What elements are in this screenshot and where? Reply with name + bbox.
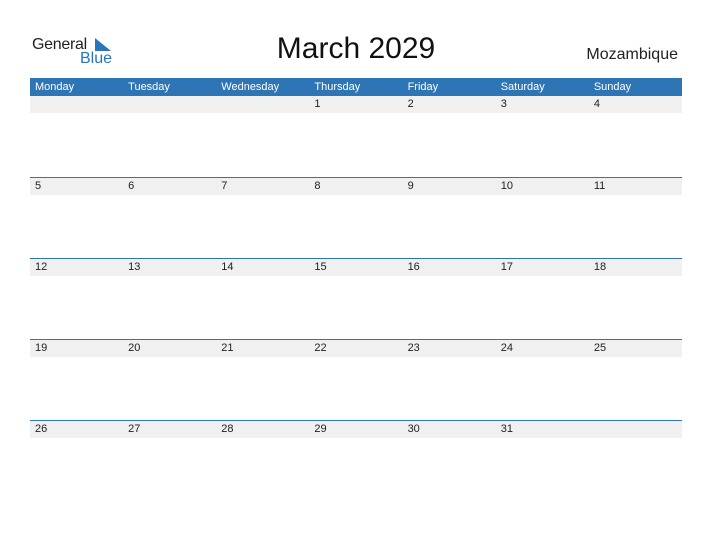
date-band: 19 20 21 22 23 24 25 (30, 340, 682, 357)
day-cell: 6 (128, 180, 135, 192)
day-cell: 12 (35, 261, 48, 273)
weekday-header: Monday Tuesday Wednesday Thursday Friday… (30, 78, 682, 96)
weekday-thursday: Thursday (314, 81, 361, 93)
day-cell: 21 (221, 342, 234, 354)
date-band: 1 2 3 4 (30, 96, 682, 113)
day-cell (123, 96, 216, 113)
date-band: 5 6 7 8 9 10 11 (30, 178, 682, 195)
day-cell: 28 (221, 423, 234, 435)
week-row: 1 2 3 4 (30, 96, 682, 113)
weekday-saturday: Saturday (500, 81, 545, 93)
day-cell: 17 (500, 261, 513, 273)
day-cell (589, 421, 682, 438)
day-cell: 16 (407, 261, 420, 273)
day-cell: 27 (128, 423, 141, 435)
day-cell: 26 (35, 423, 48, 435)
day-cell: 20 (128, 342, 141, 354)
day-cell: 3 (500, 98, 507, 110)
date-band: 26 27 28 29 30 31 (30, 421, 682, 438)
day-cell: 30 (407, 423, 420, 435)
day-cell: 23 (407, 342, 420, 354)
day-cell: 14 (221, 261, 234, 273)
day-cell: 19 (35, 342, 48, 354)
day-cell: 18 (593, 261, 607, 273)
week-row: 19 20 21 22 23 24 25 (30, 339, 682, 357)
day-cell: 29 (314, 423, 327, 435)
day-cell: 9 (407, 180, 414, 192)
day-cell: 10 (500, 180, 513, 192)
weekday-tuesday: Tuesday (128, 81, 170, 93)
day-cell: 24 (500, 342, 513, 354)
country-label: Mozambique (586, 46, 678, 63)
weekday-friday: Friday (407, 81, 439, 93)
weekday-wednesday: Wednesday (221, 81, 280, 93)
day-cell: 1 (314, 98, 321, 110)
day-cell: 22 (314, 342, 327, 354)
day-cell: 7 (221, 180, 228, 192)
day-cell: 8 (314, 180, 321, 192)
day-cell: 13 (128, 261, 141, 273)
week-row: 26 27 28 29 30 31 (30, 420, 682, 438)
day-cell: 11 (593, 180, 606, 192)
date-band: 12 13 14 15 16 17 18 (30, 259, 682, 276)
weekday-sunday: Sunday (593, 81, 632, 93)
day-cell: 25 (593, 342, 607, 354)
weekday-monday: Monday (35, 81, 75, 93)
day-cell: 5 (35, 180, 42, 192)
week-row: 5 6 7 8 9 10 11 (30, 177, 682, 195)
day-cell: 31 (500, 423, 513, 435)
week-row: 12 13 14 15 16 17 18 (30, 258, 682, 276)
day-cell: 15 (314, 261, 327, 273)
calendar-grid: Monday Tuesday Wednesday Thursday Friday… (30, 78, 682, 438)
day-cell (216, 96, 309, 113)
day-cell (30, 96, 123, 113)
day-cell: 2 (407, 98, 414, 110)
day-cell: 4 (593, 98, 600, 110)
